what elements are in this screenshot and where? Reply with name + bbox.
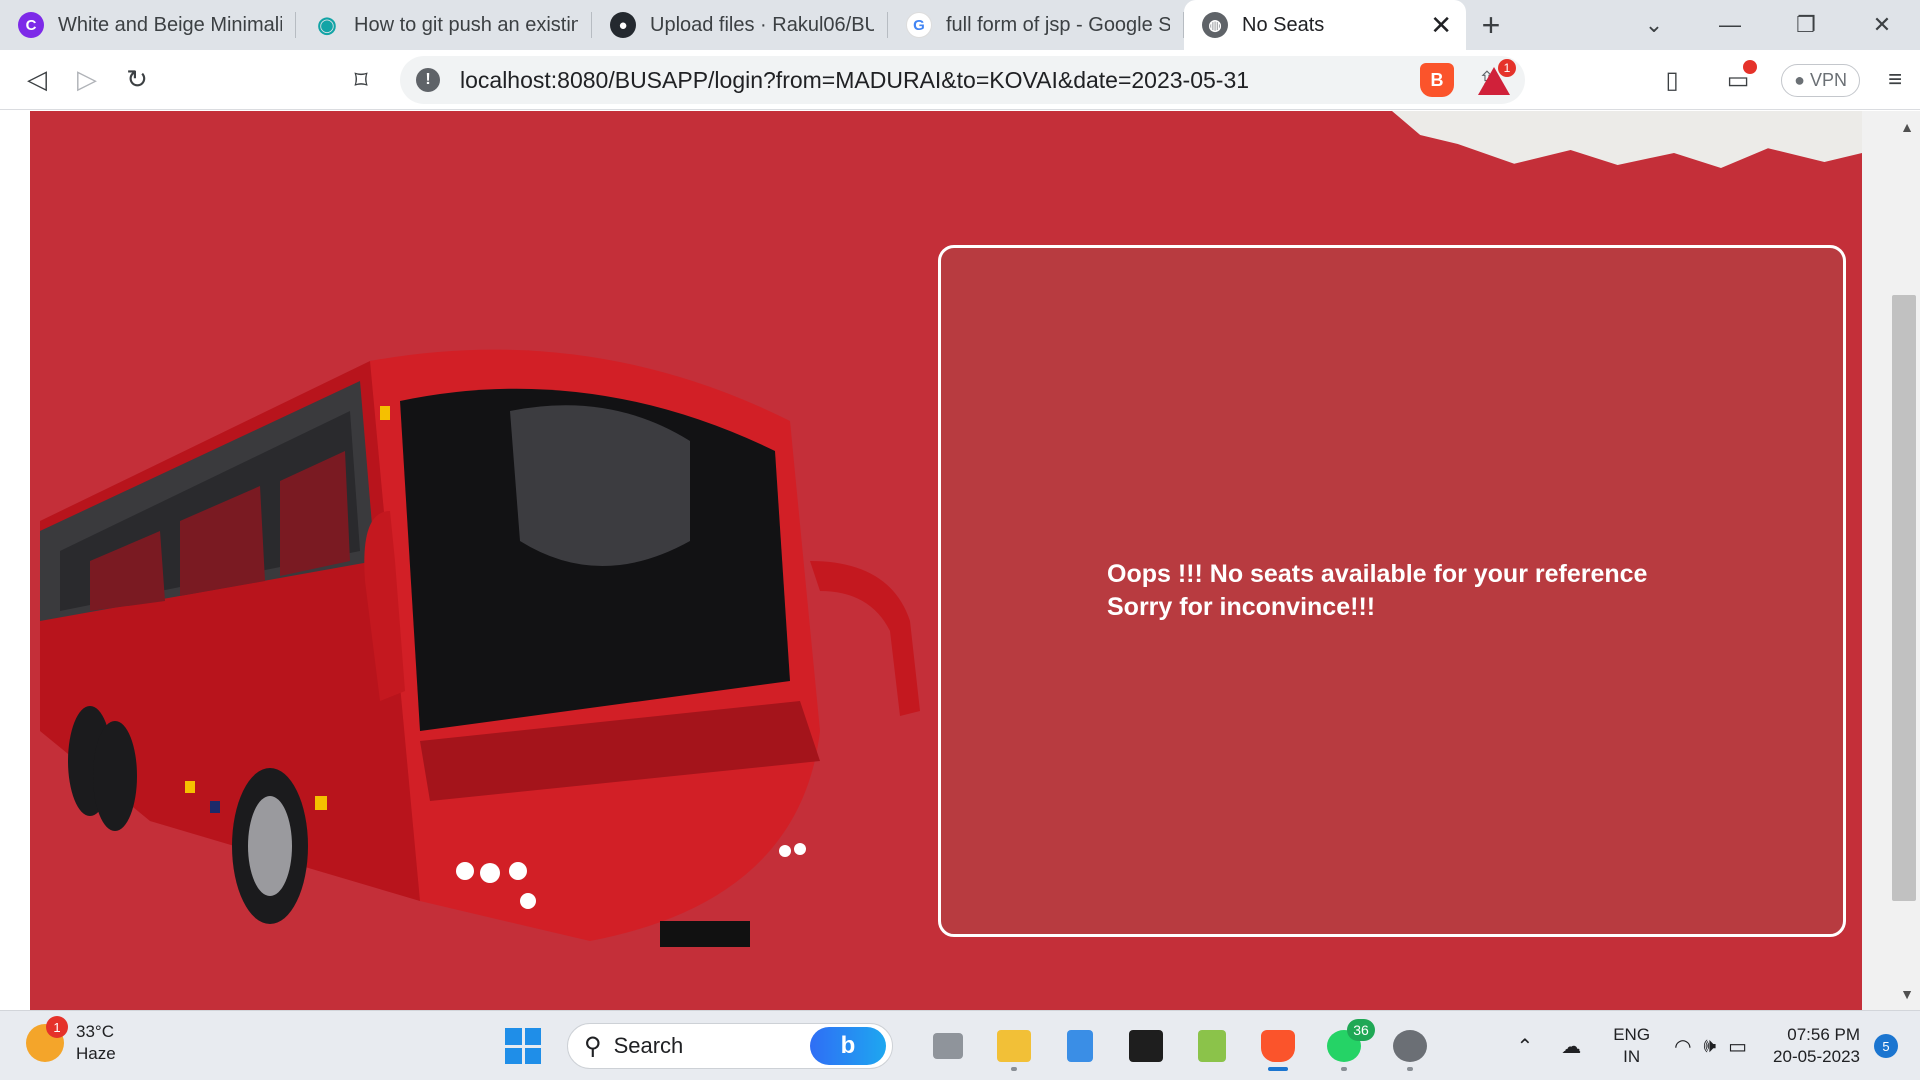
notepad-plus-icon[interactable]	[1179, 1021, 1245, 1071]
tab-title: Upload files · Rakul06/BUS	[650, 13, 874, 36]
tab-title: How to git push an existing	[354, 13, 578, 36]
rewards-badge: 1	[1498, 59, 1516, 77]
forward-button[interactable]: ▷	[62, 55, 112, 105]
brave-rewards-icon[interactable]: 1	[1476, 59, 1516, 97]
restore-button[interactable]: ❐	[1768, 12, 1844, 38]
minimize-button[interactable]: —	[1692, 12, 1768, 38]
site-info-icon[interactable]: !	[416, 68, 440, 92]
sidebar-icon[interactable]: ▯	[1639, 66, 1705, 95]
vertical-scrollbar[interactable]: ▲ ▼	[1862, 111, 1920, 1010]
message-line-oops: Oops !!! No seats available for your ref…	[1107, 560, 1648, 588]
canva-icon: C	[18, 12, 44, 38]
bookmark-icon[interactable]: ⌑	[336, 55, 386, 105]
tab-google-search[interactable]: G full form of jsp - Google Se	[888, 0, 1184, 50]
wallet-icon[interactable]: ▭	[1705, 59, 1771, 95]
close-tab-icon[interactable]: ✕	[1430, 12, 1452, 38]
bing-icon[interactable]: b	[810, 1027, 886, 1065]
window-close-button[interactable]: ✕	[1844, 12, 1920, 38]
browser-toolbar: ◁ ▷ ↻ ⌑ ! localhost:8080/BUSAPP/login?fr…	[0, 50, 1920, 110]
tab-title: White and Beige Minimalis	[58, 13, 282, 36]
github-icon: ●	[610, 12, 636, 38]
tab-git-push[interactable]: ◉ How to git push an existing	[296, 0, 592, 50]
weather-temp: 33°C	[76, 1022, 114, 1041]
scroll-up-arrow-icon[interactable]: ▲	[1900, 119, 1914, 135]
google-icon: G	[906, 12, 932, 38]
onedrive-cloud-icon[interactable]: ☁	[1561, 1034, 1581, 1059]
tab-no-seats[interactable]: ◍ No Seats ✕	[1184, 0, 1466, 50]
eye-icon: ◉	[317, 12, 337, 37]
page-viewport: Oops !!! No seats available for your ref…	[0, 111, 1920, 1010]
wifi-icon[interactable]: ◠	[1674, 1034, 1691, 1059]
notification-badge[interactable]: 5	[1874, 1034, 1898, 1058]
file-explorer-icon[interactable]	[981, 1021, 1047, 1071]
reload-button[interactable]: ↻	[112, 55, 162, 105]
search-label: Search	[613, 1033, 684, 1058]
settings-gear-icon[interactable]	[1377, 1021, 1443, 1071]
wallet-badge	[1743, 59, 1758, 74]
scroll-down-arrow-icon[interactable]: ▼	[1900, 986, 1914, 1002]
notepad-icon[interactable]	[1047, 1021, 1113, 1071]
whatsapp-badge: 36	[1347, 1019, 1375, 1041]
windows-taskbar: 1 33°C Haze ⚲ Search b 36 ⌃ ☁ ENG IN ◠ 🕪…	[0, 1010, 1920, 1080]
language-line1: ENG	[1613, 1025, 1651, 1044]
search-icon: ⚲	[584, 1032, 602, 1060]
taskbar-search[interactable]: ⚲ Search b	[567, 1023, 893, 1069]
menu-icon[interactable]: ≡	[1870, 66, 1920, 94]
volume-icon[interactable]: 🕪	[1704, 1035, 1717, 1058]
no-seats-message: Oops !!! No seats available for your ref…	[1107, 558, 1677, 624]
scrollbar-thumb[interactable]	[1892, 295, 1916, 901]
weather-haze-icon: 1	[26, 1016, 68, 1062]
page-background: Oops !!! No seats available for your ref…	[30, 111, 1862, 1010]
tab-title: full form of jsp - Google Se	[946, 13, 1170, 36]
weather-widget[interactable]: 1 33°C Haze	[26, 1016, 116, 1065]
language-indicator[interactable]: ENG IN	[1613, 1024, 1650, 1068]
back-button[interactable]: ◁	[12, 55, 62, 105]
clock[interactable]: 07:56 PM 20-05-2023	[1773, 1024, 1860, 1068]
language-line2: IN	[1623, 1047, 1641, 1066]
window-controls: ⌄ — ❐ ✕	[1616, 0, 1920, 50]
terminal-icon[interactable]	[1113, 1021, 1179, 1071]
vpn-label: VPN	[1809, 69, 1847, 90]
new-tab-button[interactable]: +	[1466, 0, 1516, 50]
windows-start-icon[interactable]	[505, 1028, 541, 1064]
brave-browser-icon[interactable]	[1245, 1021, 1311, 1071]
vpn-button[interactable]: ● VPN	[1781, 63, 1860, 97]
task-view-icon[interactable]	[915, 1021, 981, 1071]
clock-date: 20-05-2023	[1773, 1047, 1860, 1066]
torn-paper-decoration	[1392, 111, 1862, 168]
system-tray: ⌃ ☁ ENG IN ◠ 🕪 ▭ 07:56 PM 20-05-2023 5	[1502, 1011, 1920, 1080]
battery-icon[interactable]: ▭	[1728, 1034, 1747, 1059]
address-bar[interactable]: ! localhost:8080/BUSAPP/login?from=MADUR…	[400, 56, 1525, 104]
globe-icon: ◍	[1202, 12, 1228, 38]
weather-badge: 1	[46, 1016, 68, 1038]
message-line-sorry: Sorry for inconvince!!!	[1107, 593, 1376, 621]
tab-search-chevron-icon[interactable]: ⌄	[1616, 12, 1692, 38]
show-hidden-icons-chevron-icon[interactable]: ⌃	[1516, 1034, 1533, 1059]
whatsapp-icon[interactable]: 36	[1311, 1019, 1377, 1071]
clock-time: 07:56 PM	[1787, 1025, 1860, 1044]
taskbar-apps: ⚲ Search b 36	[505, 1019, 1443, 1071]
brave-shields-icon[interactable]: B	[1420, 63, 1454, 97]
tab-canva[interactable]: C White and Beige Minimalis	[0, 0, 296, 50]
no-seats-message-box: Oops !!! No seats available for your ref…	[938, 245, 1846, 937]
tab-title: No Seats	[1242, 13, 1325, 36]
tab-strip: C White and Beige Minimalis ◉ How to git…	[0, 0, 1920, 50]
red-bus-illustration	[40, 349, 920, 947]
toolbar-right: ▯ ▭ ● VPN ≡	[1639, 50, 1920, 110]
url-text[interactable]: localhost:8080/BUSAPP/login?from=MADURAI…	[460, 67, 1421, 94]
tab-github-upload[interactable]: ● Upload files · Rakul06/BUS	[592, 0, 888, 50]
weather-condition: Haze	[76, 1044, 116, 1063]
